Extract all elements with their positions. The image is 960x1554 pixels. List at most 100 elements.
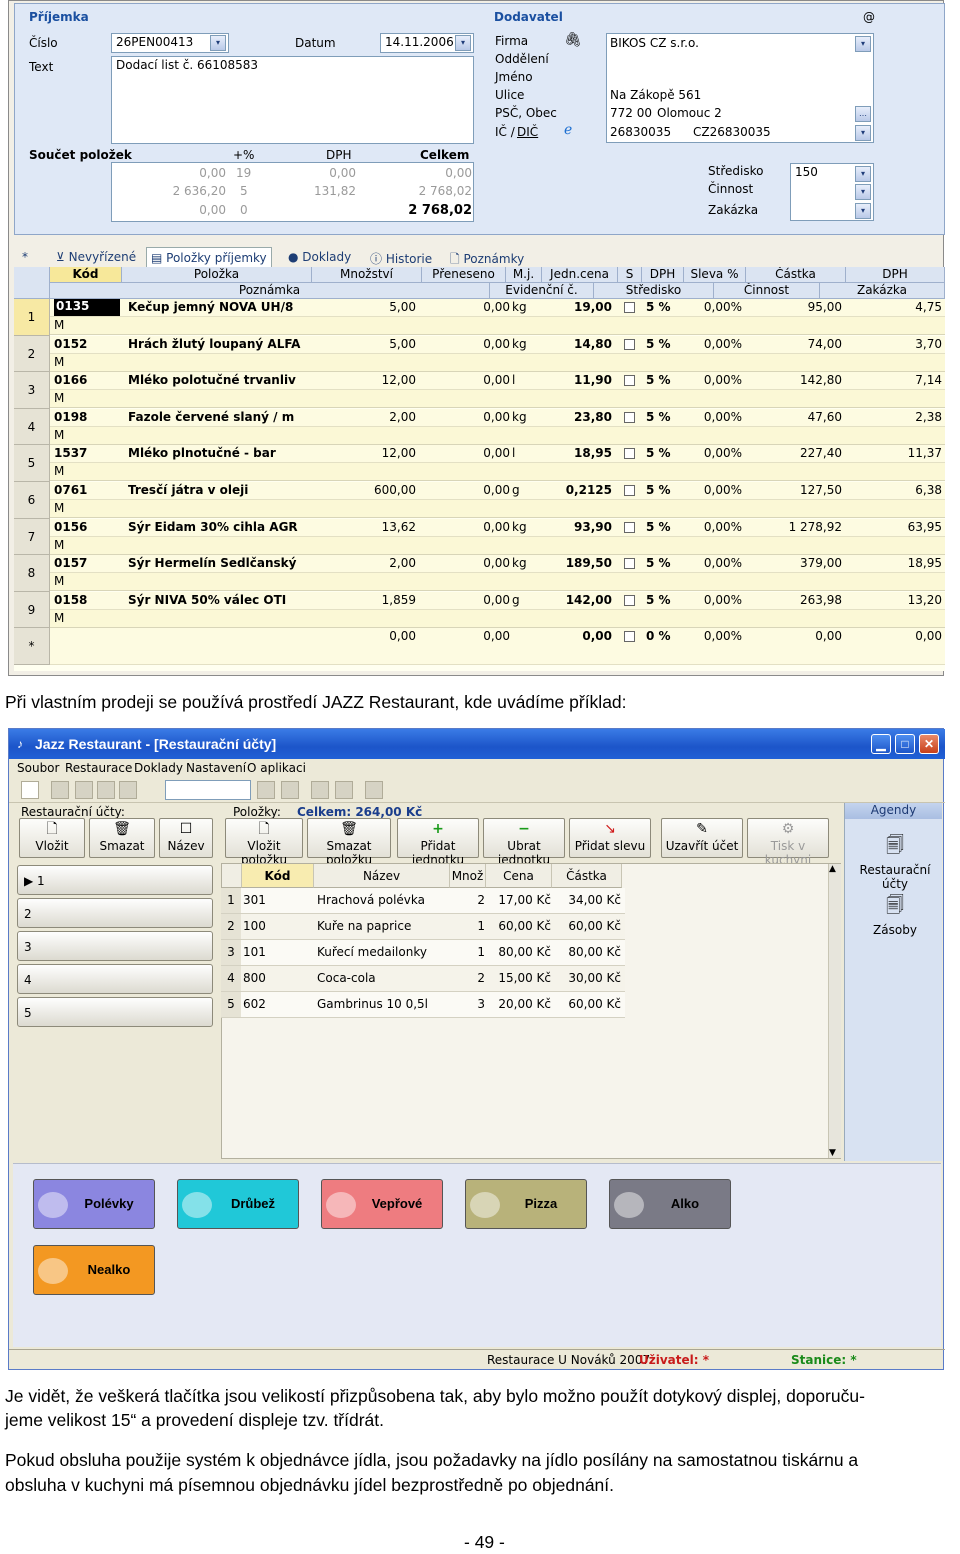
cell-sleva[interactable]: 0,00%: [686, 373, 742, 387]
cell-dph[interactable]: 5 %: [646, 373, 686, 387]
cell-nazev[interactable]: Sýr NIVA 50% válec OTI: [128, 593, 312, 607]
table-row[interactable]: 0166 Mléko polotučné trvanliv 12,00 0,00 l 11…: [50, 372, 945, 391]
grid-header-stredisko[interactable]: Středisko: [594, 283, 714, 299]
copy-icon[interactable]: [51, 781, 69, 799]
table-row[interactable]: 1537 Mléko plnotučné - bar 12,00 0,00 l 18,95…: [50, 445, 945, 464]
table-row-note[interactable]: M: [50, 317, 945, 335]
minimize-icon[interactable]: ▁: [871, 734, 891, 754]
cell-cena[interactable]: 93,90: [548, 520, 612, 534]
table-row-note[interactable]: M: [50, 573, 945, 592]
cell-mnoz[interactable]: 2,00: [350, 410, 416, 424]
grid-header-cinnost[interactable]: Činnost: [714, 283, 820, 299]
cell-sleva[interactable]: 0,00%: [686, 593, 742, 607]
cell-castka[interactable]: 142,80: [750, 373, 842, 387]
s-checkbox[interactable]: [624, 375, 635, 387]
cell-sleva[interactable]: 0,00%: [686, 446, 742, 460]
tab-poznamky[interactable]: 🗋 Poznámky: [446, 247, 528, 267]
cell-kod[interactable]: 0135: [54, 299, 120, 316]
items-header-mnoz[interactable]: Množ: [450, 864, 486, 888]
grid-header-preneseno[interactable]: Přeneseno: [422, 267, 506, 283]
cut-icon[interactable]: [75, 781, 93, 799]
row-header[interactable]: 4: [14, 408, 50, 446]
firma-dropdown-icon[interactable]: ▾: [855, 36, 871, 52]
cell-sleva[interactable]: 0,00%: [686, 300, 742, 314]
items-header-castka[interactable]: Částka: [552, 864, 622, 888]
cell-nazev[interactable]: Sýr Eidam 30% cihla AGR: [128, 520, 312, 534]
tab-historie[interactable]: ⓘ Historie: [366, 247, 436, 267]
table-row[interactable]: 0152 Hrách žlutý loupaný ALFA 5,00 0,00 kg 14…: [50, 335, 945, 354]
scroll-up-icon[interactable]: ▲: [829, 864, 836, 874]
refresh-icon[interactable]: [281, 781, 299, 799]
cell-sleva[interactable]: 0,00%: [686, 483, 742, 497]
vlozit-polozku-button[interactable]: 🗋 Vložit položku: [225, 818, 303, 867]
cell-dphc[interactable]: 18,95: [850, 556, 942, 570]
edit-icon[interactable]: [257, 781, 275, 799]
cell-poznamka[interactable]: M: [54, 391, 64, 405]
internet-explorer-icon[interactable]: ℯ: [564, 122, 572, 138]
s-checkbox[interactable]: [624, 558, 635, 570]
cell-poznamka[interactable]: M: [54, 574, 64, 588]
menu-nastaveni[interactable]: Nastavení: [186, 761, 246, 775]
grid-header-evidencni[interactable]: Evidenční č.: [490, 283, 594, 299]
cell-kod[interactable]: 0761: [54, 483, 120, 497]
scroll-down-icon[interactable]: ▼: [829, 1148, 836, 1158]
category-button-pizza[interactable]: Pizza: [465, 1179, 587, 1229]
cell-dph[interactable]: 5 %: [646, 300, 686, 314]
cell-castka[interactable]: 95,00: [750, 300, 842, 314]
cell-mnoz[interactable]: 13,62: [350, 520, 416, 534]
dic-dropdown-icon[interactable]: ▾: [855, 125, 871, 141]
cell-sleva[interactable]: 0,00%: [686, 629, 742, 643]
cell-dphc[interactable]: 2,38: [850, 410, 942, 424]
cell-cena[interactable]: 19,00: [548, 300, 612, 314]
search-input[interactable]: [165, 780, 251, 800]
cell-dph[interactable]: 5 %: [646, 483, 686, 497]
grid-header-polozka[interactable]: Položka: [122, 267, 312, 283]
cell-poznamka[interactable]: M: [54, 501, 64, 515]
cell-mj[interactable]: kg: [512, 410, 542, 424]
menu-soubor[interactable]: Soubor: [17, 761, 59, 775]
cell-poznamka[interactable]: M: [54, 464, 64, 478]
cell-cena[interactable]: 11,90: [548, 373, 612, 387]
dic-link[interactable]: DIČ: [517, 125, 538, 139]
tab-doklady[interactable]: ● Doklady: [284, 247, 355, 267]
table-row-note[interactable]: M: [50, 500, 945, 518]
cell-mj[interactable]: g: [512, 483, 542, 497]
cell-castka[interactable]: 227,40: [750, 446, 842, 460]
row-header[interactable]: 9: [14, 591, 50, 629]
cell-dph[interactable]: 0 %: [646, 629, 686, 643]
grid-header-jedn-cena[interactable]: Jedn.cena: [542, 267, 618, 283]
cell-mnoz[interactable]: 5,00: [350, 337, 416, 351]
row-header[interactable]: 5: [14, 445, 50, 482]
maximize-icon[interactable]: □: [895, 734, 915, 754]
datum-dropdown-icon[interactable]: ▾: [455, 35, 471, 51]
s-checkbox[interactable]: [624, 485, 635, 496]
cell-mnoz[interactable]: 12,00: [350, 373, 416, 387]
row-header[interactable]: 8: [14, 555, 50, 592]
cell-kod[interactable]: 0157: [54, 556, 120, 570]
cell-nazev[interactable]: Hrách žlutý loupaný ALFA: [128, 337, 312, 351]
category-button-nealko[interactable]: Nealko: [33, 1245, 155, 1295]
tisk-v-kuchyni-button[interactable]: ⚙ Tisk v kuchyni: [747, 818, 829, 867]
alert-icon[interactable]: [335, 781, 353, 799]
s-checkbox[interactable]: [624, 594, 635, 606]
table-row[interactable]: 0,00 0,00 0,00 0 % 0,00% 0,00 0,00: [50, 628, 945, 665]
report-icon[interactable]: [311, 781, 329, 799]
row-header[interactable]: 1: [14, 299, 50, 336]
cell-pren[interactable]: 0,00: [460, 483, 510, 497]
cell-dph[interactable]: 5 %: [646, 410, 686, 424]
account-3[interactable]: 3: [17, 931, 213, 961]
cell-dph[interactable]: 5 %: [646, 520, 686, 534]
cell-mnoz[interactable]: 12,00: [350, 446, 416, 460]
agenda-restauracni-ucty[interactable]: 🗐 Restaurační účty: [849, 833, 941, 891]
tab-star[interactable]: *: [18, 247, 32, 267]
cell-poznamka[interactable]: M: [54, 318, 64, 332]
table-row[interactable]: 0158 Sýr NIVA 50% válec OTI 1,859 0,00 g 142,…: [50, 591, 945, 610]
table-row-note[interactable]: M: [50, 463, 945, 482]
grid-header-mj[interactable]: M.j.: [506, 267, 542, 283]
cell-pren[interactable]: 0,00: [460, 337, 510, 351]
table-row-note[interactable]: M: [50, 536, 945, 555]
table-row[interactable]: 0761 Tresčí játra v oleji 600,00 0,00 g 0,212…: [50, 482, 945, 500]
cell-nazev[interactable]: Fazole červené slaný / m: [128, 410, 312, 424]
account-1[interactable]: ▶ 1: [17, 865, 213, 895]
grid-header-castka[interactable]: Částka: [746, 267, 846, 283]
